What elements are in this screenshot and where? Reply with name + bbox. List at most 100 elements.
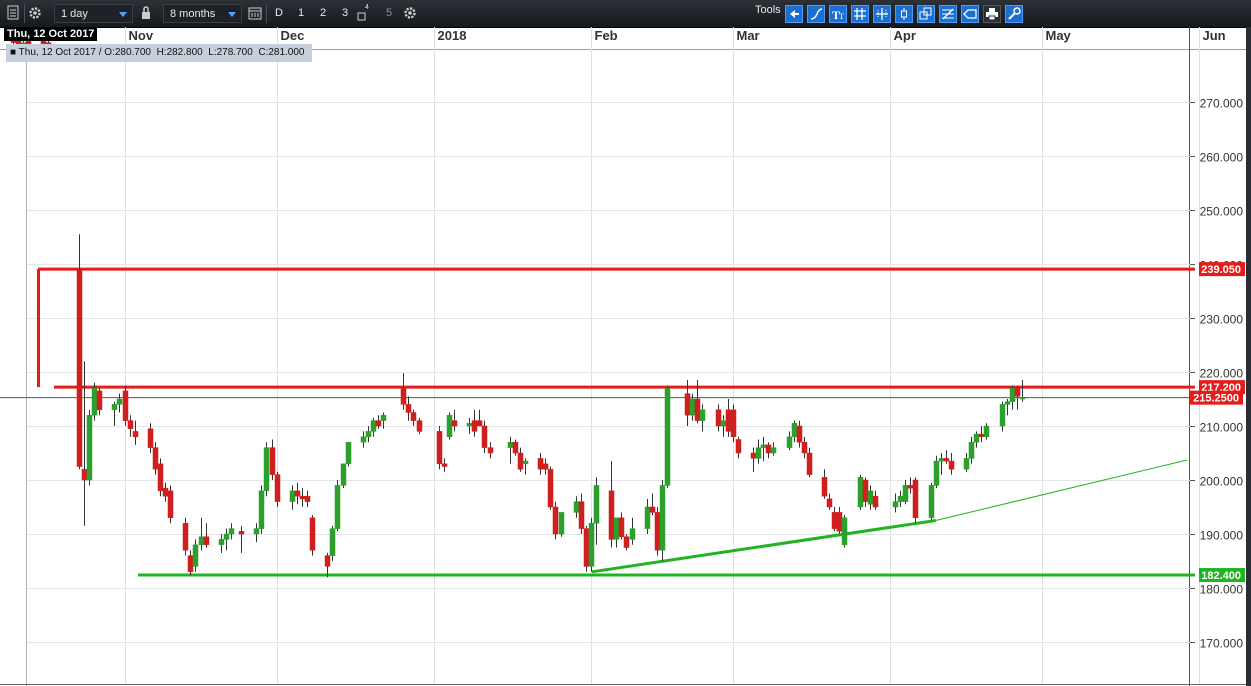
- candle-down: [76, 269, 83, 467]
- candle-up: [664, 387, 671, 486]
- candle-down: [182, 522, 189, 551]
- candle-up: [999, 404, 1006, 427]
- y-tick-label: 180.000: [1200, 583, 1244, 597]
- crosshair-tool-icon[interactable]: [873, 5, 891, 23]
- list-icon[interactable]: [6, 4, 22, 23]
- candle-up: [892, 501, 899, 508]
- candle-up: [689, 398, 696, 416]
- candle-down: [400, 387, 407, 405]
- candle-up: [938, 458, 945, 462]
- candle-up: [446, 414, 453, 438]
- y-tick-label: 260.000: [1200, 151, 1244, 165]
- period-button-2[interactable]: 2: [314, 4, 332, 23]
- candle-down: [309, 517, 316, 551]
- candle-up: [897, 495, 904, 502]
- fibonacci-tool-icon[interactable]: [939, 5, 957, 23]
- eraser-tool-icon[interactable]: [961, 5, 979, 23]
- candle-up: [791, 423, 798, 438]
- candle-up: [933, 460, 940, 486]
- candle-up: [857, 477, 864, 508]
- range-dropdown[interactable]: 8 months: [163, 4, 242, 23]
- candle-down: [694, 398, 701, 421]
- candle-down: [471, 420, 478, 432]
- interval-dropdown[interactable]: 1 day: [54, 4, 133, 23]
- candle-down: [765, 444, 772, 454]
- grid-tool-icon[interactable]: [851, 5, 869, 23]
- candle-down: [517, 452, 524, 470]
- cursor-date-label: Thu, 12 Oct 2017: [4, 27, 98, 41]
- candle-down: [750, 452, 757, 459]
- candle-down: [127, 420, 134, 429]
- candle-up: [867, 490, 874, 505]
- candle-down: [81, 468, 88, 481]
- candle-down: [912, 479, 919, 519]
- candle-down: [806, 452, 813, 475]
- candle-tool-icon[interactable]: [895, 5, 913, 23]
- candle-up: [629, 528, 636, 540]
- tools-settings-icon[interactable]: [1005, 5, 1023, 23]
- candle-down: [157, 463, 164, 492]
- y-tick-label: 230.000: [1200, 313, 1244, 327]
- x-tick-label: Nov: [129, 28, 154, 43]
- calendar-icon[interactable]: [248, 4, 264, 23]
- candle-down: [481, 425, 488, 448]
- candle-down: [96, 390, 103, 411]
- candlestick-chart[interactable]: Nov Dec 2018 Feb Mar Apr May Jun 170.000 180.000…: [0, 27, 1251, 686]
- candle-up: [192, 544, 199, 567]
- candle-down: [542, 463, 549, 470]
- curve-tool-icon[interactable]: [807, 5, 825, 23]
- svg-text:T: T: [839, 12, 844, 21]
- candle-up: [466, 423, 473, 427]
- candle-down: [132, 431, 139, 438]
- candle-down: [187, 555, 194, 573]
- candle-down: [796, 425, 803, 443]
- period-button-5[interactable]: 5: [380, 4, 398, 23]
- text-tool-icon[interactable]: TT: [829, 5, 847, 23]
- candle-down: [410, 412, 417, 421]
- period-button-3[interactable]: 3: [336, 4, 354, 23]
- ohlc-high: H:282.800: [156, 47, 203, 58]
- candle-down: [167, 490, 174, 519]
- period-button-d[interactable]: D: [270, 4, 288, 23]
- candle-down: [730, 409, 737, 438]
- candle-down: [487, 447, 494, 454]
- copy-tool-icon[interactable]: [917, 5, 935, 23]
- candle-down: [715, 409, 722, 427]
- chevron-down-icon: [228, 12, 236, 17]
- candle-down: [623, 536, 630, 548]
- candle-up: [223, 533, 230, 540]
- candle-up: [699, 409, 706, 421]
- period-button-4[interactable]: 4: [357, 4, 371, 23]
- settings-gear-icon[interactable]: [27, 4, 43, 23]
- candle-down: [476, 420, 483, 427]
- candle-up: [973, 433, 980, 443]
- x-tick-label: Mar: [737, 28, 760, 43]
- print-icon[interactable]: [983, 5, 1001, 23]
- candle-down: [684, 393, 691, 416]
- chart-toolbar: 1 day 8 months D 1 2 3 4 5 Tools TT: [0, 0, 1251, 28]
- period-button-1[interactable]: 1: [292, 4, 310, 23]
- y-tick-label: 210.000: [1200, 421, 1244, 435]
- y-tick-label: 270.000: [1200, 97, 1244, 111]
- candle-up: [720, 420, 727, 427]
- candle-up: [340, 463, 347, 486]
- ohlc-date: Thu, 12 Oct 2017: [18, 47, 96, 58]
- arrow-left-icon[interactable]: [785, 5, 803, 23]
- candle-up: [928, 485, 935, 519]
- chart-settings-gear-icon[interactable]: [402, 4, 418, 23]
- candle-up: [1009, 387, 1016, 402]
- resistance-high-label: 239.050: [1201, 264, 1241, 276]
- candle-down: [907, 485, 914, 489]
- candle-up: [91, 387, 98, 416]
- candle-down: [269, 447, 276, 475]
- candle-down: [735, 439, 742, 454]
- y-tick-label: 200.000: [1200, 475, 1244, 489]
- candle-down: [299, 495, 306, 500]
- x-tick-label: 2018: [438, 28, 467, 43]
- y-tick-label: 190.000: [1200, 529, 1244, 543]
- lock-icon[interactable]: [140, 4, 154, 23]
- square-bullet-icon: ■: [10, 47, 17, 58]
- candle-down: [324, 555, 331, 567]
- candle-up: [360, 436, 367, 443]
- candle-up: [644, 506, 651, 529]
